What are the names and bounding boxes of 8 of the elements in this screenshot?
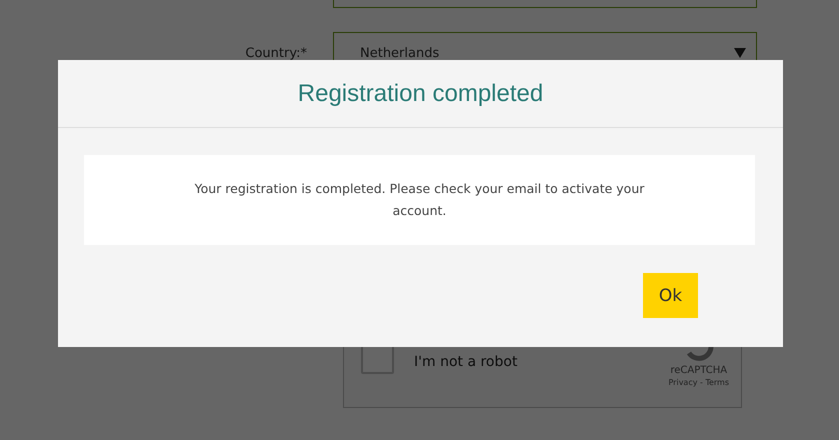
captcha-brand: reCAPTCHA: [670, 364, 728, 376]
field-label: Country:*: [244, 46, 308, 60]
ok-button[interactable]: Ok: [643, 273, 698, 318]
captcha-links[interactable]: Privacy - Terms: [668, 378, 729, 386]
dialog-title: Registration completed: [58, 60, 783, 128]
dropdown-arrow-icon: [734, 48, 746, 58]
captcha-label: I'm not a robot: [414, 354, 518, 370]
dialog-message: Your registration is completed. Please check your email to activate your account.: [84, 155, 755, 245]
